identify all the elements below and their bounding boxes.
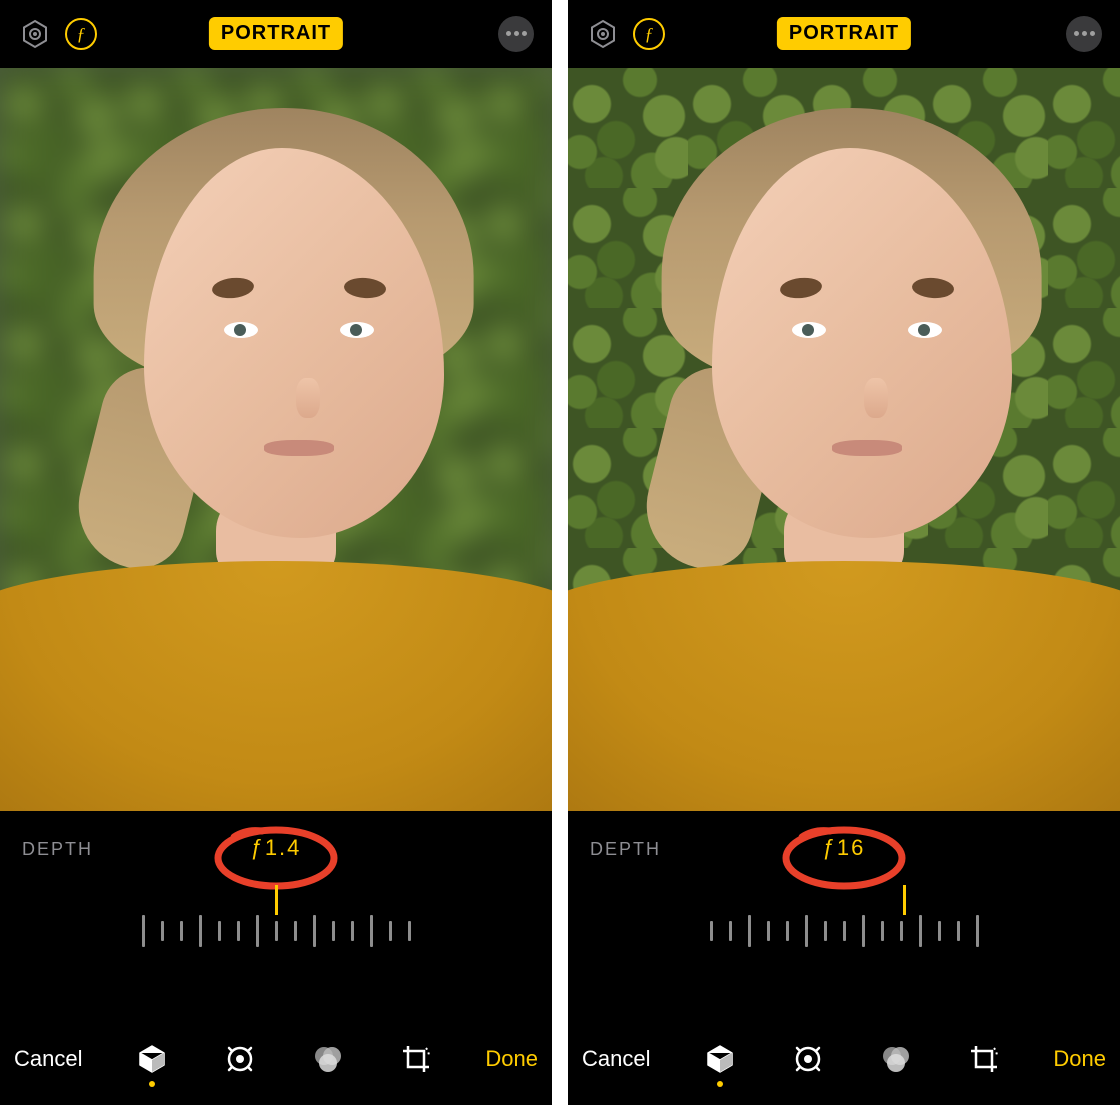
aperture-f-icon[interactable]: ƒ bbox=[64, 17, 98, 51]
adjust-icon bbox=[223, 1042, 257, 1076]
photo-preview[interactable] bbox=[0, 68, 552, 811]
cube-icon bbox=[703, 1042, 737, 1076]
slider-indicator bbox=[275, 885, 278, 915]
editor-top-bar: ƒ PORTRAIT bbox=[0, 0, 552, 68]
filters-icon bbox=[879, 1042, 913, 1076]
active-tool-dot bbox=[717, 1081, 723, 1087]
photo-preview[interactable] bbox=[568, 68, 1120, 811]
crop-tool-button[interactable] bbox=[394, 1033, 438, 1085]
bottom-toolbar: Cancel bbox=[568, 1021, 1120, 1105]
portrait-tool-button[interactable] bbox=[130, 1033, 174, 1085]
bottom-toolbar: Cancel bbox=[0, 1021, 552, 1105]
depth-control-panel: DEPTH ƒ1.4 bbox=[0, 811, 552, 1021]
filters-icon bbox=[311, 1042, 345, 1076]
filters-tool-button[interactable] bbox=[874, 1033, 918, 1085]
depth-slider[interactable] bbox=[0, 915, 552, 975]
crop-icon bbox=[967, 1042, 1001, 1076]
cancel-button[interactable]: Cancel bbox=[582, 1046, 650, 1072]
depth-fstop-value: ƒ16 bbox=[823, 835, 866, 861]
mode-badge[interactable]: PORTRAIT bbox=[777, 17, 911, 50]
svg-text:ƒ: ƒ bbox=[645, 24, 654, 44]
phone-screen-left: ƒ PORTRAIT DEPTH ƒ1.4 bbox=[0, 0, 552, 1105]
mode-badge[interactable]: PORTRAIT bbox=[209, 17, 343, 50]
crop-icon bbox=[399, 1042, 433, 1076]
cancel-button[interactable]: Cancel bbox=[14, 1046, 82, 1072]
more-options-button[interactable] bbox=[498, 16, 534, 52]
done-button[interactable]: Done bbox=[485, 1046, 538, 1072]
filters-tool-button[interactable] bbox=[306, 1033, 350, 1085]
lighting-hexagon-icon[interactable] bbox=[18, 17, 52, 51]
depth-control-panel: DEPTH ƒ16 bbox=[568, 811, 1120, 1021]
adjust-tool-button[interactable] bbox=[218, 1033, 262, 1085]
slider-indicator bbox=[903, 885, 906, 915]
more-options-button[interactable] bbox=[1066, 16, 1102, 52]
editor-top-bar: ƒ PORTRAIT bbox=[568, 0, 1120, 68]
done-button[interactable]: Done bbox=[1053, 1046, 1106, 1072]
cube-icon bbox=[135, 1042, 169, 1076]
crop-tool-button[interactable] bbox=[962, 1033, 1006, 1085]
phone-screen-right: ƒ PORTRAIT DEPTH ƒ16 bbox=[568, 0, 1120, 1105]
adjust-icon bbox=[791, 1042, 825, 1076]
depth-slider[interactable] bbox=[568, 915, 1120, 975]
svg-text:ƒ: ƒ bbox=[77, 24, 86, 44]
active-tool-dot bbox=[149, 1081, 155, 1087]
adjust-tool-button[interactable] bbox=[786, 1033, 830, 1085]
aperture-f-icon[interactable]: ƒ bbox=[632, 17, 666, 51]
lighting-hexagon-icon[interactable] bbox=[586, 17, 620, 51]
portrait-tool-button[interactable] bbox=[698, 1033, 742, 1085]
depth-fstop-value: ƒ1.4 bbox=[251, 835, 302, 861]
